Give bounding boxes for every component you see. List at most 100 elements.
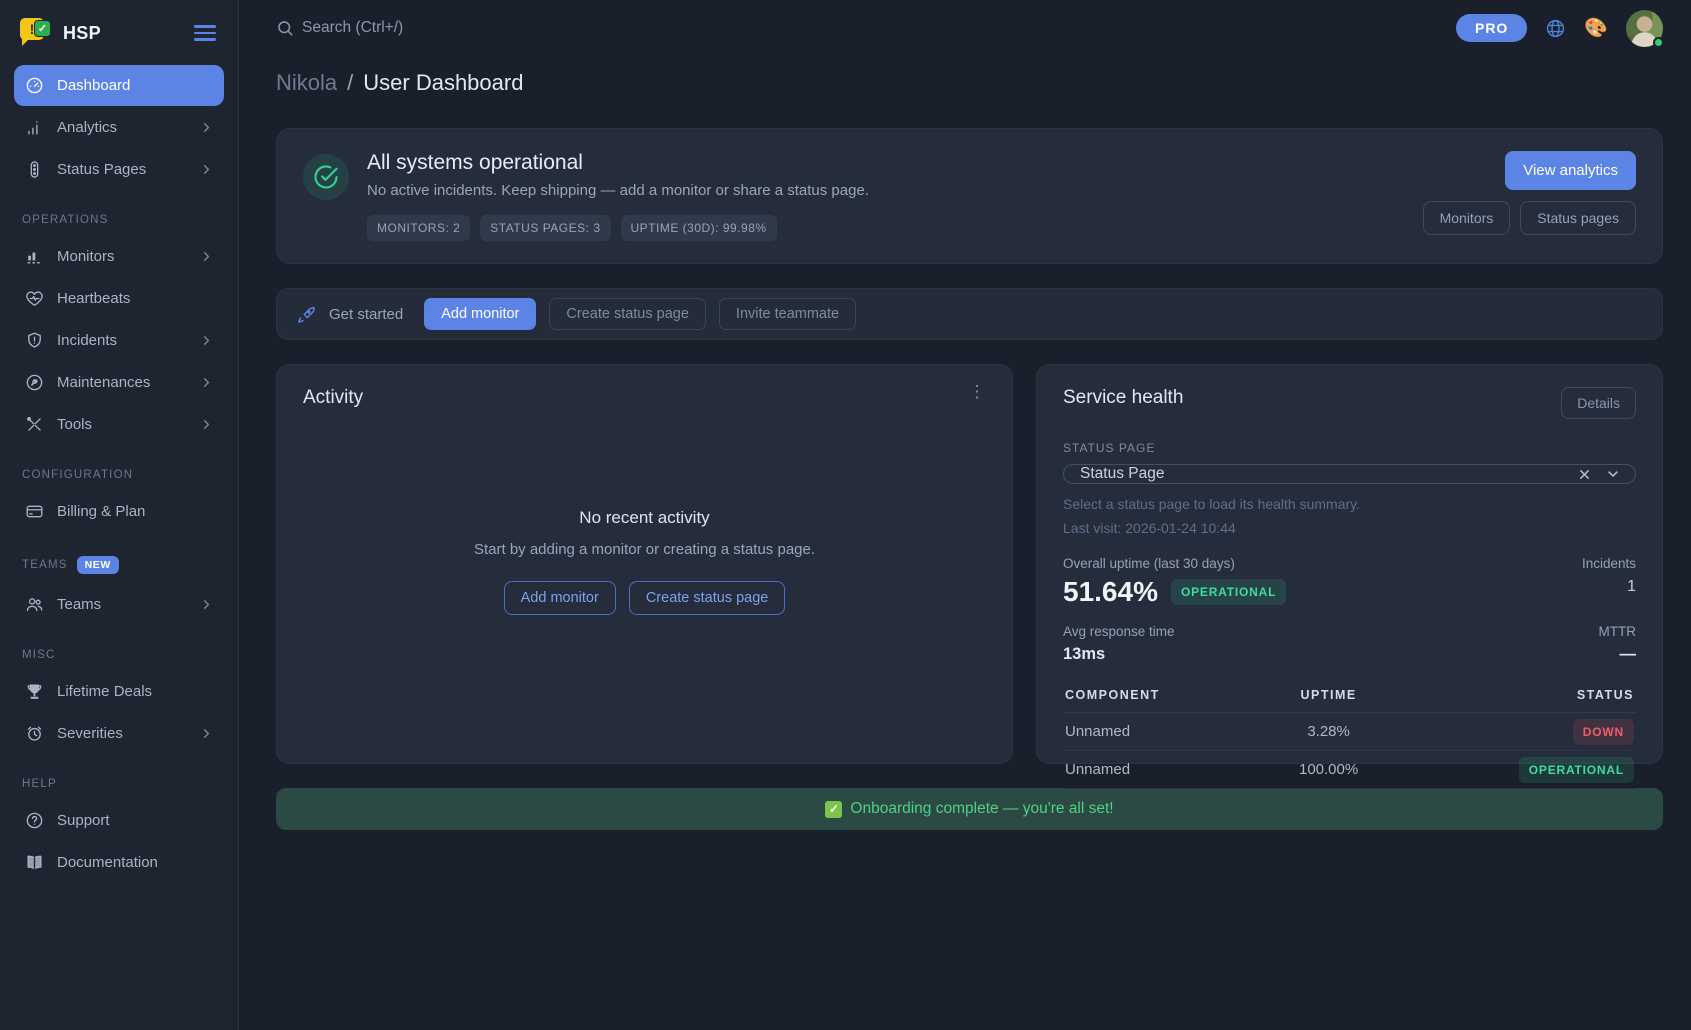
onboarding-banner: ✓ Onboarding complete — you're all set!: [276, 788, 1663, 830]
service-health-title: Service health: [1063, 387, 1183, 409]
status-pages-button[interactable]: Status pages: [1520, 201, 1636, 235]
sidebar-section-operations: OPERATIONS: [14, 214, 224, 226]
avg-response-value: 13ms: [1063, 645, 1175, 664]
get-started-buttons: Add monitor Create status page Invite team…: [424, 298, 856, 330]
system-status-card: All systems operational No active incide…: [276, 128, 1663, 264]
clear-icon[interactable]: [1577, 467, 1592, 482]
status-cell: DOWN: [1393, 713, 1636, 751]
tools-icon: [24, 415, 44, 435]
mttr-value: —: [1599, 645, 1637, 664]
hero-stat-badge: MONITORS: 2: [367, 215, 470, 241]
add-monitor-empty-button[interactable]: Add monitor: [504, 581, 616, 615]
hero-subtitle: No active incidents. Keep shipping — add…: [367, 182, 1405, 199]
component-cell: Unnamed: [1063, 751, 1264, 789]
status-page-select[interactable]: Status Page: [1063, 464, 1636, 484]
online-status-dot: [1653, 37, 1664, 48]
create-status-page-button[interactable]: Create status page: [549, 298, 706, 330]
sidebar-item-heartbeats[interactable]: Heartbeats: [14, 278, 224, 319]
shield-alert-icon: [24, 331, 44, 351]
activity-card: Activity ⋮ No recent activity Start by a…: [276, 364, 1013, 764]
table-row: Unnamed3.28%DOWN: [1063, 713, 1636, 751]
last-visit-text: Last visit: 2026-01-24 10:44: [1063, 520, 1636, 536]
sidebar-item-status-pages[interactable]: Status Pages: [14, 149, 224, 190]
pro-badge[interactable]: PRO: [1456, 14, 1527, 42]
globe-icon[interactable]: [1545, 18, 1566, 39]
sidebar-item-label: Lifetime Deals: [57, 683, 214, 700]
mttr-label: MTTR: [1599, 624, 1637, 639]
empty-title: No recent activity: [579, 508, 709, 528]
create-status-page-empty-button[interactable]: Create status page: [629, 581, 786, 615]
monitors-button[interactable]: Monitors: [1423, 201, 1511, 235]
search-bar[interactable]: [276, 19, 1456, 37]
activity-actions: Add monitor Create status page: [504, 581, 786, 615]
select-value: Status Page: [1080, 465, 1577, 483]
service-health-card: Service health Details STATUS PAGE Statu…: [1036, 364, 1663, 764]
sidebar-section-misc: MISC: [14, 649, 224, 661]
sidebar-item-documentation[interactable]: Documentation: [14, 842, 224, 883]
chevron-right-icon: [199, 726, 214, 741]
analytics-icon: [24, 118, 44, 138]
breadcrumb: Nikola / User Dashboard: [276, 70, 1663, 96]
sidebar-item-incidents[interactable]: Incidents: [14, 320, 224, 361]
hero-stat-badge: STATUS PAGES: 3: [480, 215, 610, 241]
avg-response-metric: Avg response time 13ms: [1063, 624, 1175, 664]
status-badge: OPERATIONAL: [1519, 757, 1634, 783]
hero-secondary-actions: Monitors Status pages: [1423, 201, 1636, 235]
hero-text: All systems operational No active incide…: [367, 151, 1405, 241]
sidebar-section-help: HELP: [14, 778, 224, 790]
sidebar-item-label: Teams: [57, 596, 186, 613]
circle-check-icon: [303, 154, 349, 200]
sidebar-item-tools[interactable]: Tools: [14, 404, 224, 445]
chevron-right-icon: [199, 597, 214, 612]
sidebar-item-analytics[interactable]: Analytics: [14, 107, 224, 148]
user-avatar[interactable]: [1626, 10, 1663, 47]
search-input[interactable]: [302, 19, 642, 37]
details-button[interactable]: Details: [1561, 387, 1636, 419]
sidebar-item-label: Tools: [57, 416, 186, 433]
rocket-icon: [297, 305, 316, 324]
sidebar-item-dashboard[interactable]: Dashboard: [14, 65, 224, 106]
chevron-right-icon: [199, 120, 214, 135]
status-cell: OPERATIONAL: [1393, 751, 1636, 789]
sidebar-item-label: Support: [57, 812, 214, 829]
hero-stat-badge: UPTIME (30D): 99.98%: [621, 215, 777, 241]
sidebar-item-teams[interactable]: Teams: [14, 584, 224, 625]
empty-subtitle: Start by adding a monitor or creating a …: [474, 541, 815, 558]
sidebar: ! ✓ HSP DashboardAnalyticsStatus PagesOP…: [0, 0, 239, 1030]
column-header-status: STATUS: [1393, 682, 1636, 713]
sidebar-item-severities[interactable]: Severities: [14, 713, 224, 754]
sidebar-item-billing-plan[interactable]: Billing & Plan: [14, 491, 224, 532]
sidebar-item-label: Monitors: [57, 248, 186, 265]
sidebar-item-label: Status Pages: [57, 161, 186, 178]
sidebar-item-label: Analytics: [57, 119, 186, 136]
sidebar-item-label: Severities: [57, 725, 186, 742]
sidebar-nav: Dashboard Analytics Status Pages OPERATIONS…: [14, 65, 224, 883]
new-badge: NEW: [77, 556, 119, 574]
wrench-circle-icon: [24, 373, 44, 393]
credit-card-icon: [24, 502, 44, 522]
view-analytics-button[interactable]: View analytics: [1505, 151, 1636, 190]
sidebar-item-maintenances[interactable]: Maintenances: [14, 362, 224, 403]
hamburger-menu-icon[interactable]: [192, 21, 218, 45]
invite-teammate-button[interactable]: Invite teammate: [719, 298, 856, 330]
bar-chart-icon: [24, 247, 44, 267]
incidents-label: Incidents: [1582, 556, 1636, 571]
sidebar-item-monitors[interactable]: Monitors: [14, 236, 224, 277]
add-monitor-button[interactable]: Add monitor: [424, 298, 536, 330]
theme-palette-icon[interactable]: 🎨: [1584, 19, 1608, 38]
alarm-clock-icon: [24, 724, 44, 744]
sidebar-item-label: Billing & Plan: [57, 503, 214, 520]
topbar-right: PRO 🎨: [1456, 10, 1663, 47]
dashboard-icon: [24, 76, 44, 96]
sidebar-item-support[interactable]: Support: [14, 800, 224, 841]
users-icon: [24, 595, 44, 615]
breadcrumb-parent[interactable]: Nikola: [276, 70, 337, 96]
chevron-right-icon: [199, 333, 214, 348]
uptime-value: 51.64%: [1063, 576, 1158, 608]
app-name: HSP: [63, 23, 192, 44]
mttr-metric: MTTR —: [1599, 624, 1637, 664]
status-page-label: STATUS PAGE: [1063, 441, 1636, 455]
column-header-component: COMPONENT: [1063, 682, 1264, 713]
select-helper-text: Select a status page to load its health …: [1063, 496, 1636, 512]
sidebar-item-lifetime-deals[interactable]: Lifetime Deals: [14, 671, 224, 712]
